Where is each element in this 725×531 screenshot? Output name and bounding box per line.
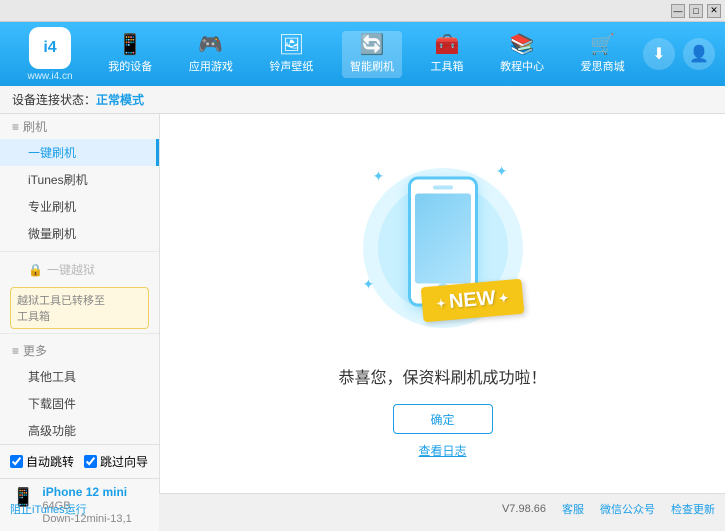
skip-guide-text: 跳过向导 bbox=[100, 453, 148, 470]
main-container: ≡ 刷机 一键刷机 iTunes刷机 专业刷机 微量刷机 🔒 一键越狱 bbox=[0, 114, 725, 493]
success-message: 恭喜您，保资料刷机成功啦！ bbox=[338, 364, 546, 388]
toolbox-icon: 🧰 bbox=[435, 35, 460, 55]
lock-icon: 🔒 bbox=[28, 263, 43, 277]
shop-icon: 🛒 bbox=[590, 35, 615, 55]
version-text: V7.98.66 bbox=[502, 503, 546, 515]
title-bar: — □ ✕ bbox=[0, 0, 725, 22]
sidebar-section-icon: ≡ bbox=[12, 120, 19, 134]
nav-item-appgame[interactable]: 🎮 应用游戏 bbox=[181, 31, 241, 78]
window-controls[interactable]: — □ ✕ bbox=[671, 4, 721, 18]
nav-item-toolbox[interactable]: 🧰 工具箱 bbox=[423, 31, 472, 78]
bottom-right: V7.98.66 客服 微信公众号 检查更新 bbox=[502, 501, 715, 517]
sidebar-section-label: 刷机 bbox=[23, 118, 47, 135]
sidebar-item-advanced[interactable]: 高级功能 bbox=[0, 417, 159, 444]
logo-icon: i4 bbox=[29, 27, 71, 69]
sidebar-item-pro[interactable]: 专业刷机 bbox=[0, 193, 159, 220]
device-name: iPhone 12 mini bbox=[42, 485, 131, 499]
header-right: ⬇ 👤 bbox=[643, 38, 715, 70]
mydevice-icon: 📱 bbox=[118, 35, 143, 55]
nav-label-appgame: 应用游戏 bbox=[189, 58, 233, 74]
status-bar: 设备连接状态： 正常模式 bbox=[0, 86, 725, 114]
sidebar-item-jailbreak: 🔒 一键越狱 bbox=[0, 256, 159, 283]
sidebar-divider-1 bbox=[0, 251, 159, 252]
nav-label-shop: 爱思商城 bbox=[581, 58, 625, 74]
user-button[interactable]: 👤 bbox=[683, 38, 715, 70]
wechat-link[interactable]: 微信公众号 bbox=[600, 501, 655, 517]
phone-screen bbox=[415, 194, 471, 284]
sparkle-topleft-icon: ✦ bbox=[373, 168, 385, 185]
status-label: 设备连接状态： bbox=[12, 91, 96, 108]
view-log-link[interactable]: 查看日志 bbox=[418, 442, 466, 459]
new-badge-text: NEW bbox=[448, 287, 496, 314]
auto-start-checkbox[interactable] bbox=[10, 455, 23, 468]
nav-item-shop[interactable]: 🛒 爱思商城 bbox=[573, 31, 633, 78]
nav-item-mydevice[interactable]: 📱 我的设备 bbox=[100, 31, 160, 78]
content-area: ✦ ✦ ✦ ✦ NEW ✦ bbox=[160, 114, 725, 493]
checkbox-section: 自动跳转 跳过向导 bbox=[0, 444, 159, 478]
minimize-button[interactable]: — bbox=[671, 4, 685, 18]
jailbreak-notice: 越狱工具已转移至工具箱 bbox=[10, 287, 149, 329]
sidebar-divider-2 bbox=[0, 333, 159, 334]
download-button[interactable]: ⬇ bbox=[643, 38, 675, 70]
wallpaper-icon: 🖼 bbox=[279, 35, 304, 55]
new-badge: ✦ NEW ✦ bbox=[422, 283, 523, 318]
nav-bar: 📱 我的设备 🎮 应用游戏 🖼 铃声壁纸 🔄 智能刷机 🧰 工具箱 📚 教程中心… bbox=[90, 31, 643, 78]
skip-guide-checkbox[interactable] bbox=[84, 455, 97, 468]
sidebar-item-onekey[interactable]: 一键刷机 bbox=[0, 139, 159, 166]
sidebar: ≡ 刷机 一键刷机 iTunes刷机 专业刷机 微量刷机 🔒 一键越狱 bbox=[0, 114, 159, 444]
confirm-button[interactable]: 确定 bbox=[393, 404, 493, 434]
more-section-icon: ≡ bbox=[12, 344, 19, 358]
jailbreak-label: 一键越狱 bbox=[47, 261, 95, 278]
skip-guide-label[interactable]: 跳过向导 bbox=[84, 453, 148, 470]
header: i4 www.i4.cn 📱 我的设备 🎮 应用游戏 🖼 铃声壁纸 🔄 智能刷机… bbox=[0, 22, 725, 86]
sidebar-section-more: ≡ 更多 bbox=[0, 338, 159, 363]
left-panel: ≡ 刷机 一键刷机 iTunes刷机 专业刷机 微量刷机 🔒 一键越狱 bbox=[0, 114, 160, 493]
auto-start-text: 自动跳转 bbox=[26, 453, 74, 470]
sidebar-item-micro[interactable]: 微量刷机 bbox=[0, 220, 159, 247]
status-value: 正常模式 bbox=[96, 91, 144, 108]
nav-label-mydevice: 我的设备 bbox=[108, 58, 152, 74]
bottom-left: 阻止iTunes运行 bbox=[10, 501, 87, 517]
logo-subtitle: www.i4.cn bbox=[27, 71, 72, 82]
sidebar-item-download-firmware[interactable]: 下载固件 bbox=[0, 390, 159, 417]
sidebar-section-flash: ≡ 刷机 bbox=[0, 114, 159, 139]
more-section-label: 更多 bbox=[23, 342, 47, 359]
tutorial-icon: 📚 bbox=[510, 35, 535, 55]
nav-label-tutorial: 教程中心 bbox=[500, 58, 544, 74]
phone-illustration: ✦ ✦ ✦ ✦ NEW ✦ bbox=[353, 148, 533, 348]
sidebar-item-other-tools[interactable]: 其他工具 bbox=[0, 363, 159, 390]
new-ribbon: ✦ NEW ✦ bbox=[420, 279, 523, 323]
maximize-button[interactable]: □ bbox=[689, 4, 703, 18]
smartflash-icon: 🔄 bbox=[360, 35, 385, 55]
nav-label-smartflash: 智能刷机 bbox=[350, 58, 394, 74]
sidebar-item-itunes[interactable]: iTunes刷机 bbox=[0, 166, 159, 193]
nav-item-smartflash[interactable]: 🔄 智能刷机 bbox=[342, 31, 402, 78]
service-link[interactable]: 客服 bbox=[562, 501, 584, 517]
nav-label-wallpaper: 铃声壁纸 bbox=[269, 58, 313, 74]
close-button[interactable]: ✕ bbox=[707, 4, 721, 18]
stop-itunes-link[interactable]: 阻止iTunes运行 bbox=[10, 501, 87, 517]
sparkle-topright-icon: ✦ bbox=[496, 163, 508, 180]
star-right-icon: ✦ bbox=[498, 290, 509, 305]
auto-start-label[interactable]: 自动跳转 bbox=[10, 453, 74, 470]
nav-label-toolbox: 工具箱 bbox=[431, 58, 464, 74]
logo[interactable]: i4 www.i4.cn bbox=[10, 27, 90, 82]
nav-item-wallpaper[interactable]: 🖼 铃声壁纸 bbox=[261, 31, 321, 78]
appgame-icon: 🎮 bbox=[198, 35, 223, 55]
sparkle-bottomleft-icon: ✦ bbox=[363, 276, 375, 293]
star-left-icon: ✦ bbox=[435, 296, 446, 311]
nav-item-tutorial[interactable]: 📚 教程中心 bbox=[492, 31, 552, 78]
update-link[interactable]: 检查更新 bbox=[671, 501, 715, 517]
